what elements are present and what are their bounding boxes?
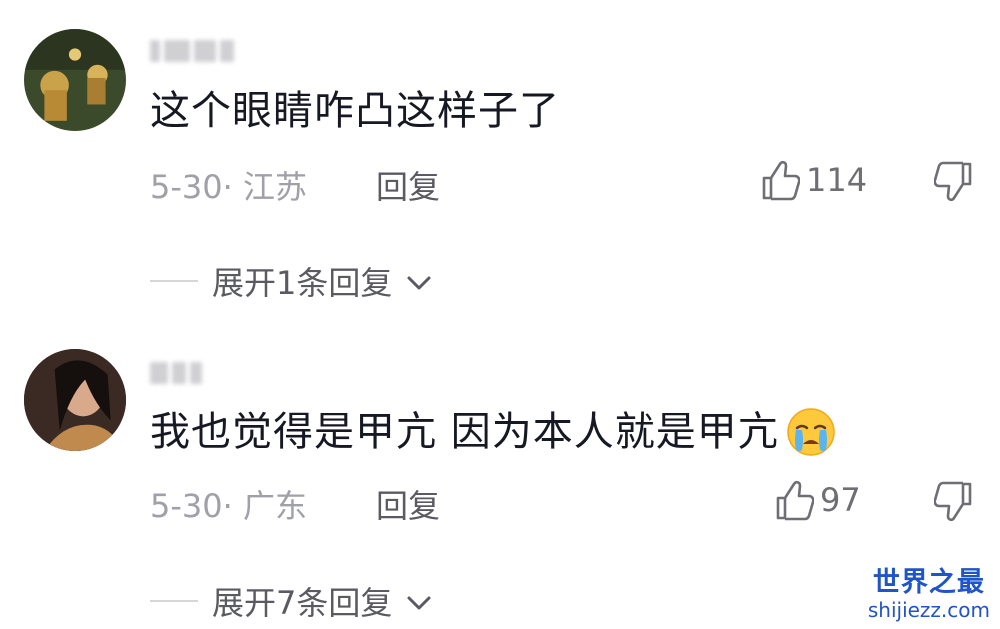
watermark-logo: 世界之最 shijiezz.com [868, 567, 990, 621]
chevron-down-icon [406, 582, 432, 620]
expand-replies-label: 展开1条回复 [212, 264, 393, 302]
thumbs-up-icon [760, 158, 800, 202]
like-button[interactable]: 114 [760, 158, 867, 202]
expand-replies-label: 展开7条回复 [212, 584, 393, 622]
reply-button[interactable]: 回复 [376, 162, 440, 208]
avatar[interactable] [24, 349, 126, 451]
expand-replies-button[interactable]: 展开7条回复 [150, 578, 432, 624]
like-button[interactable]: 97 [774, 478, 861, 522]
watermark-title: 世界之最 [872, 567, 985, 598]
crying-face-icon [785, 406, 837, 458]
username-redacted[interactable] [150, 38, 234, 64]
thumbs-down-icon [934, 480, 974, 524]
like-count: 97 [820, 481, 861, 519]
comment-meta: 5-30· 广东 [150, 487, 307, 525]
comment-meta: 5-30· 江苏 [150, 168, 307, 206]
comment-text: 我也觉得是甲亢 因为本人就是甲亢 [150, 406, 837, 458]
chevron-down-icon [406, 262, 432, 300]
divider [150, 600, 198, 602]
dislike-button[interactable] [934, 160, 974, 204]
expand-replies-button[interactable]: 展开1条回复 [150, 258, 432, 304]
dislike-button[interactable] [934, 480, 974, 524]
thumbs-up-icon [774, 478, 814, 522]
avatar[interactable] [24, 29, 126, 131]
thumbs-down-icon [934, 160, 974, 204]
reply-button[interactable]: 回复 [376, 481, 440, 527]
comment-text: 这个眼睛咋凸这样子了 [150, 88, 560, 134]
like-count: 114 [806, 161, 868, 199]
watermark-url: shijiezz.com [867, 598, 990, 622]
username-redacted[interactable] [150, 360, 202, 386]
divider [150, 280, 198, 282]
